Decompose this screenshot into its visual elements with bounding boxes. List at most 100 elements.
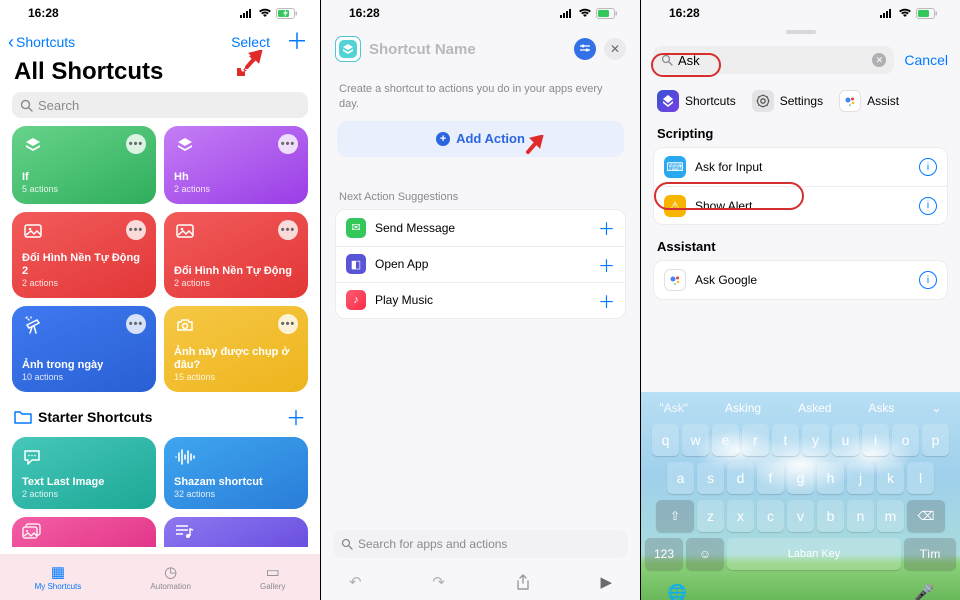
add-icon[interactable]: ＋ (598, 252, 615, 277)
key-z[interactable]: z (697, 500, 724, 532)
more-icon[interactable]: ••• (278, 314, 298, 334)
tab-automation[interactable]: ◷ Automation (150, 563, 190, 591)
key-p[interactable]: p (922, 424, 949, 456)
action-search-input[interactable]: Search for apps and actions (333, 530, 628, 558)
shortcut-card[interactable]: ••• Hh2 actions (164, 126, 308, 204)
key-r[interactable]: r (742, 424, 769, 456)
undo-button[interactable]: ↶ (349, 573, 362, 591)
action-ask-google[interactable]: Ask Google i (654, 261, 947, 299)
shortcut-card[interactable]: ••• Đổi Hình Nền Tự Động2 actions (164, 212, 308, 298)
share-button[interactable] (516, 574, 530, 590)
shortcut-card[interactable]: ••• Đổi Hình Nền Tự Động 22 actions (12, 212, 156, 298)
playlist-icon (174, 523, 298, 539)
back-button[interactable]: ‹ Shortcuts (8, 32, 75, 53)
more-icon[interactable]: ••• (278, 134, 298, 154)
globe-key[interactable]: 🌐 (667, 583, 687, 600)
shortcut-card[interactable] (164, 517, 308, 547)
add-shortcut-button[interactable]: ＋ (286, 31, 308, 53)
kb-suggestion[interactable]: Asked (798, 401, 831, 415)
battery-icon (596, 8, 618, 19)
status-bar: 16:28 (0, 0, 320, 26)
shortcut-card[interactable] (12, 517, 156, 547)
mic-key[interactable]: 🎤 (914, 583, 934, 600)
app-chip-assistant[interactable]: Assist (839, 90, 899, 112)
run-button[interactable]: ▶ (600, 573, 612, 591)
key-y[interactable]: y (802, 424, 829, 456)
tab-gallery[interactable]: ▭ Gallery (260, 563, 285, 591)
key-j[interactable]: j (847, 462, 874, 494)
status-time: 16:28 (669, 6, 700, 20)
space-key[interactable]: Laban Key (727, 538, 901, 570)
key-n[interactable]: n (847, 500, 874, 532)
key-e[interactable]: e (712, 424, 739, 456)
backspace-key[interactable]: ⌫ (907, 500, 945, 532)
info-icon[interactable]: i (919, 197, 937, 215)
key-b[interactable]: b (817, 500, 844, 532)
action-show-alert[interactable]: ⚠ Show Alert i (654, 186, 947, 224)
app-chip-shortcuts[interactable]: Shortcuts (657, 90, 736, 112)
more-icon[interactable]: ••• (126, 220, 146, 240)
more-icon[interactable]: ••• (278, 220, 298, 240)
shortcut-card[interactable]: Shazam shortcut32 actions (164, 437, 308, 509)
info-icon[interactable]: i (919, 271, 937, 289)
shortcut-card[interactable]: ••• Ảnh này được chụp ở đâu?15 actions (164, 306, 308, 392)
search-input[interactable]: Ask ✕ (653, 46, 894, 74)
add-action-button[interactable]: + Add Action (337, 121, 624, 157)
key-u[interactable]: u (832, 424, 859, 456)
key-q[interactable]: q (652, 424, 679, 456)
key-f[interactable]: f (757, 462, 784, 494)
suggestion-item[interactable]: ♪ Play Music ＋ (336, 282, 625, 318)
key-v[interactable]: v (787, 500, 814, 532)
key-o[interactable]: o (892, 424, 919, 456)
add-icon[interactable]: ＋ (598, 215, 615, 240)
key-s[interactable]: s (697, 462, 724, 494)
numbers-key[interactable]: 123 (645, 538, 683, 570)
shift-key[interactable]: ⇧ (656, 500, 694, 532)
key-g[interactable]: g (787, 462, 814, 494)
key-w[interactable]: w (682, 424, 709, 456)
key-m[interactable]: m (877, 500, 904, 532)
app-chip-settings[interactable]: Settings (752, 90, 823, 112)
suggestions-list: ✉ Send Message ＋ ◧ Open App ＋ ♪ Play Mus… (335, 209, 626, 319)
search-key[interactable]: Tìm (904, 538, 956, 570)
assistant-icon (664, 269, 686, 291)
shortcut-card[interactable]: Text Last Image2 actions (12, 437, 156, 509)
key-a[interactable]: a (667, 462, 694, 494)
key-k[interactable]: k (877, 462, 904, 494)
sheet-handle[interactable] (786, 30, 816, 34)
kb-suggestion[interactable]: "Ask" (660, 401, 689, 415)
select-button[interactable]: Select (231, 34, 270, 50)
more-icon[interactable]: ••• (126, 134, 146, 154)
shortcut-card[interactable]: ••• If5 actions (12, 126, 156, 204)
suggestion-item[interactable]: ◧ Open App ＋ (336, 246, 625, 282)
kb-suggestion[interactable]: Asking (725, 401, 761, 415)
search-input[interactable]: Search (12, 92, 308, 118)
kb-suggestion[interactable]: Asks (868, 401, 894, 415)
suggestion-item[interactable]: ✉ Send Message ＋ (336, 210, 625, 246)
action-ask-for-input[interactable]: ⌨ Ask for Input i (654, 148, 947, 186)
shortcut-logo[interactable] (335, 36, 361, 62)
options-button[interactable] (574, 38, 596, 60)
info-icon[interactable]: i (919, 158, 937, 176)
key-d[interactable]: d (727, 462, 754, 494)
key-i[interactable]: i (862, 424, 889, 456)
kb-dismiss-icon[interactable]: ⌄ (931, 401, 941, 415)
add-starter-button[interactable]: ＋ (286, 402, 306, 431)
redo-button[interactable]: ↷ (432, 573, 445, 591)
key-t[interactable]: t (772, 424, 799, 456)
key-h[interactable]: h (817, 462, 844, 494)
add-icon[interactable]: ＋ (598, 288, 615, 313)
close-button[interactable]: ✕ (604, 38, 626, 60)
cancel-button[interactable]: Cancel (904, 52, 948, 68)
emoji-key[interactable]: ☺ (686, 538, 724, 570)
shortcut-name-input[interactable]: Shortcut Name (369, 41, 566, 58)
alert-icon: ⚠ (664, 195, 686, 217)
more-icon[interactable]: ••• (126, 314, 146, 334)
key-x[interactable]: x (727, 500, 754, 532)
shortcut-card[interactable]: ••• Ảnh trong ngày10 actions (12, 306, 156, 392)
key-l[interactable]: l (907, 462, 934, 494)
tab-my-shortcuts[interactable]: ▦ My Shortcuts (35, 563, 82, 591)
key-c[interactable]: c (757, 500, 784, 532)
tab-bar: ▦ My Shortcuts ◷ Automation ▭ Gallery (0, 554, 320, 600)
clear-icon[interactable]: ✕ (872, 53, 886, 67)
